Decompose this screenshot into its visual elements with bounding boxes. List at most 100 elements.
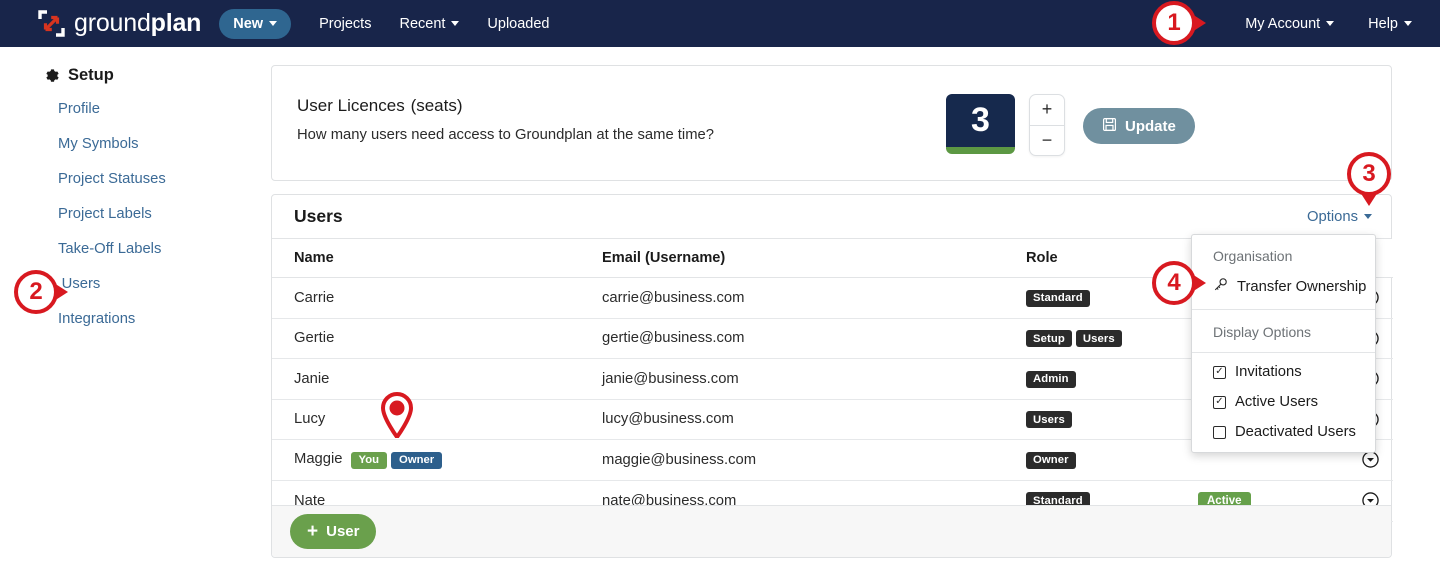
transfer-ownership-label: Transfer Ownership [1237, 278, 1367, 295]
seat-increment-button[interactable]: + [1030, 95, 1064, 126]
sidebar-item-my-symbols[interactable]: My Symbols [58, 133, 270, 155]
cell-name: Lucy [272, 399, 602, 440]
annotation-marker-2: 2 [14, 270, 68, 322]
my-account-label: My Account [1245, 15, 1321, 32]
user-email: lucy@business.com [602, 411, 734, 428]
user-name: Maggie [294, 451, 343, 467]
nav-projects-label: Projects [319, 15, 372, 32]
cell-email: lucy@business.com [602, 399, 1026, 440]
annotation-pointer-icon [1192, 14, 1206, 32]
cell-email: carrie@business.com [602, 277, 1026, 319]
seat-decrement-button[interactable]: − [1030, 126, 1064, 156]
role-badge: Users [1075, 330, 1122, 347]
nav-projects[interactable]: Projects [319, 16, 371, 32]
cell-name: Maggie You Owner [272, 439, 602, 481]
logo-wordmark: groundplan [74, 9, 202, 37]
sidebar-heading: Setup [44, 66, 270, 85]
licences-title: User Licences [297, 96, 405, 115]
user-email: maggie@business.com [602, 451, 757, 468]
nav-uploaded-label: Uploaded [487, 15, 550, 32]
sidebar-item-profile[interactable]: Profile [58, 98, 270, 120]
transfer-ownership-menu-item[interactable]: Transfer Ownership [1192, 271, 1375, 304]
sidebar-item-label: Take-Off Labels [58, 241, 162, 257]
dropdown-group-display-options-label: Display Options [1213, 324, 1312, 340]
column-header-email: Email (Username) [602, 239, 1026, 278]
user-name: Carrie [294, 289, 335, 306]
column-header-name: Name [272, 239, 602, 278]
caret-down-icon [1364, 214, 1372, 219]
options-dropdown-toggle[interactable]: Options [1307, 209, 1372, 225]
checkbox-deactivated-users[interactable]: Deactivated Users [1192, 418, 1375, 448]
nav-uploaded[interactable]: Uploaded [487, 16, 549, 32]
options-dropdown-menu: Organisation Transfer Ownership Display … [1191, 234, 1376, 453]
update-button-label: Update [1125, 117, 1176, 135]
annotation-marker-3: 3 [1347, 152, 1399, 206]
checkbox-checked-icon: ✓ [1213, 395, 1226, 409]
cell-role: Users [1026, 399, 1198, 440]
owner-badge: Owner [391, 451, 443, 469]
my-account-menu[interactable]: My Account [1245, 15, 1335, 32]
groundplan-logo[interactable]: groundplan [38, 9, 201, 38]
user-email: gertie@business.com [602, 330, 745, 347]
annotation-pointer-icon [1192, 274, 1206, 292]
users-panel-title: Users [294, 206, 343, 226]
help-menu[interactable]: Help [1368, 16, 1412, 32]
circle-chevron-down-icon[interactable] [1348, 451, 1393, 468]
checkbox-invitations[interactable]: ✓ Invitations [1192, 358, 1375, 388]
user-name: Janie [294, 370, 330, 387]
you-badge: You [350, 451, 388, 469]
role-badge: Setup [1026, 330, 1072, 347]
new-button[interactable]: New [219, 8, 292, 39]
checkbox-label: Invitations [1235, 364, 1302, 380]
seat-stepper[interactable]: + − [1029, 94, 1065, 156]
sidebar-item-label: Profile [58, 101, 100, 117]
user-licences-panel: User Licences (seats) How many users nee… [271, 65, 1392, 181]
sidebar-item-take-off-labels[interactable]: Take-Off Labels [58, 238, 270, 260]
sidebar-item-label: Integrations [58, 311, 136, 327]
checkbox-active-users[interactable]: ✓ Active Users [1192, 388, 1375, 418]
add-user-button[interactable]: + User [290, 514, 377, 549]
licences-subtitle: How many users need access to Groundplan… [297, 127, 714, 143]
sidebar-item-label: Project Statuses [58, 171, 166, 187]
navbar-right-group: My Account Help [1211, 16, 1412, 32]
user-name: Lucy [294, 411, 326, 428]
checkbox-label: Deactivated Users [1235, 424, 1356, 440]
user-name: Gertie [294, 330, 335, 347]
sidebar-item-project-labels[interactable]: Project Labels [58, 203, 270, 225]
key-icon [1213, 277, 1228, 296]
cell-email: gertie@business.com [602, 318, 1026, 359]
role-badge: Owner [1026, 451, 1076, 469]
annotation-number: 3 [1347, 152, 1391, 196]
annotation-pointer-icon [54, 283, 68, 301]
user-email: janie@business.com [602, 370, 739, 387]
help-label: Help [1368, 15, 1398, 32]
update-button[interactable]: Update [1083, 108, 1195, 144]
checkbox-label: Active Users [1235, 394, 1319, 410]
app-page: groundplan New Projects Recent Uploaded … [0, 0, 1440, 578]
caret-down-icon [1326, 21, 1335, 26]
cell-name: Gertie [272, 318, 602, 359]
sidebar-item-project-statuses[interactable]: Project Statuses [58, 168, 270, 190]
checkbox-unchecked-icon [1213, 425, 1226, 439]
caret-down-icon [269, 21, 278, 26]
dropdown-group-organisation-label: Organisation [1213, 248, 1293, 264]
role-badge: Users [1026, 411, 1072, 428]
save-floppy-icon [1102, 117, 1117, 136]
nav-recent[interactable]: Recent [399, 16, 460, 32]
users-panel-footer: + User [272, 505, 1391, 557]
gear-icon [44, 68, 60, 84]
groundplan-expand-arrow-logo-icon [38, 10, 65, 37]
page-title: User Licences (seats) [297, 93, 463, 117]
cell-role: Setup Users [1026, 318, 1198, 359]
user-email: carrie@business.com [602, 289, 745, 306]
cell-name: Carrie [272, 277, 602, 319]
users-panel-header: Users Options [272, 195, 1391, 239]
cell-email: maggie@business.com [602, 439, 1026, 481]
options-label: Options [1307, 208, 1358, 225]
sidebar-item-label: Project Labels [58, 206, 152, 222]
checkbox-checked-icon: ✓ [1213, 365, 1226, 379]
sidebar-item-users[interactable]: › Users [48, 273, 270, 295]
sidebar-item-integrations[interactable]: Integrations [58, 308, 270, 330]
cell-name: Janie [272, 358, 602, 400]
top-navbar: groundplan New Projects Recent Uploaded … [0, 0, 1440, 47]
